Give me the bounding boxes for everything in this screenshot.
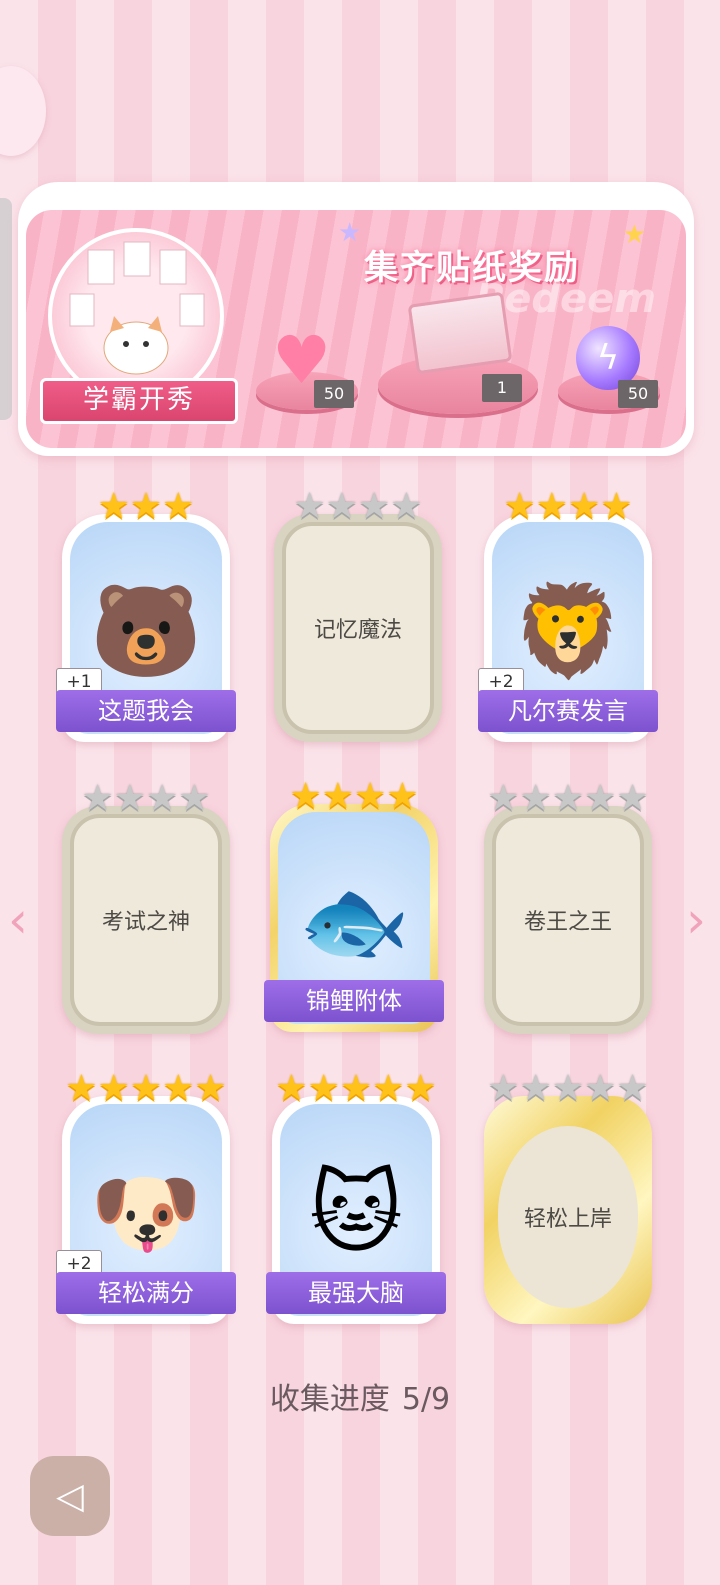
star-icon: ★: [372, 1068, 405, 1109]
cat-with-papers-icon: 🐱: [309, 1161, 403, 1267]
sticker-card-7[interactable]: 🐶 ★ ★ ★ ★ ★ +2 轻松满分: [56, 1068, 236, 1324]
star-icon: ★: [275, 1068, 308, 1109]
bear-koi-fish-icon: 🐟: [297, 869, 411, 975]
star-rating: ★ ★ ★ ★: [62, 778, 230, 820]
back-arrow-icon: ◁: [56, 1475, 84, 1517]
star-rating: ★ ★ ★ ★ ★: [62, 1068, 230, 1110]
card-art-locked: 轻松上岸: [498, 1126, 638, 1308]
star-icon: ★: [321, 776, 354, 817]
star-rating: ★ ★ ★ ★ ★: [484, 1068, 652, 1110]
star-icon: ★: [325, 486, 358, 527]
card-art-locked: 记忆魔法: [282, 522, 434, 734]
card-label: 卷王之王: [523, 910, 612, 935]
star-icon: ★: [354, 776, 387, 817]
collection-progress: 收集进度 5/9: [0, 1374, 720, 1418]
sticker-card-6[interactable]: 卷王之王 ★ ★ ★ ★ ★: [484, 778, 652, 1034]
star-icon: ★: [390, 486, 423, 527]
star-rating: ★ ★ ★ ★: [270, 776, 438, 818]
sticker-card-2[interactable]: 记忆魔法 ★ ★ ★ ★: [274, 486, 442, 742]
star-icon: ★: [358, 486, 391, 527]
star-icon: ★: [600, 486, 633, 527]
menu-fan-button[interactable]: [0, 66, 46, 156]
sticker-card-5[interactable]: 🐟 ★ ★ ★ ★ 锦鲤附体: [264, 776, 444, 1032]
reward-count: 1: [482, 374, 522, 402]
card-art-locked: 考试之神: [70, 814, 222, 1026]
star-icon: ★: [162, 1068, 195, 1109]
star-icon: ★: [503, 486, 536, 527]
star-icon: ★: [113, 778, 146, 819]
sticker-card-1[interactable]: 🐻 ★ ★ ★ +1 这题我会: [56, 486, 236, 742]
reward-count: 50: [314, 380, 354, 408]
card-label: 最强大脑: [266, 1272, 446, 1314]
lion-microphone-icon: 🦁: [511, 579, 625, 685]
star-icon: ★: [146, 778, 179, 819]
star-icon: ★: [307, 1068, 340, 1109]
star-rating: ★ ★ ★ ★: [484, 486, 652, 528]
card-label: 轻松满分: [56, 1272, 236, 1314]
star-icon: ★: [584, 1068, 617, 1109]
star-icon: ★: [551, 1068, 585, 1109]
star-rating: ★ ★ ★ ★: [274, 486, 442, 528]
star-icon: ★: [404, 1068, 437, 1109]
star-icon: ★: [97, 1068, 130, 1109]
next-page-arrow-icon[interactable]: ›: [686, 890, 706, 950]
card-label: 凡尔赛发言: [478, 690, 658, 732]
star-icon: ★: [616, 1068, 649, 1109]
star-deco-icon: ★: [622, 220, 646, 250]
star-icon: ★: [551, 778, 585, 819]
sticker-card-3[interactable]: 🦁 ★ ★ ★ ★ +2 凡尔赛发言: [478, 486, 658, 742]
sticker-card-8[interactable]: 🐱 ★ ★ ★ ★ ★ 最强大脑: [266, 1068, 446, 1324]
star-icon: ★: [339, 1068, 373, 1109]
hero-title-ribbon: 学霸开秀: [40, 378, 238, 424]
star-icon: ★: [487, 1068, 520, 1109]
star-icon: ★: [162, 486, 195, 527]
card-label: 这题我会: [56, 690, 236, 732]
star-icon: ★: [65, 1068, 98, 1109]
star-icon: ★: [487, 778, 520, 819]
card-label: 考试之神: [101, 910, 190, 935]
back-button[interactable]: ◁: [30, 1456, 110, 1536]
star-icon: ★: [289, 776, 322, 817]
progress-value: 5/9: [401, 1382, 451, 1417]
star-icon: ★: [535, 486, 568, 527]
reward-count: 50: [618, 380, 658, 408]
card-art-locked: 卷王之王: [492, 814, 644, 1026]
prev-page-arrow-icon[interactable]: ‹: [8, 890, 28, 950]
sticker-card-4[interactable]: 考试之神 ★ ★ ★ ★: [62, 778, 230, 1034]
star-icon: ★: [81, 778, 114, 819]
card-label: 记忆魔法: [313, 618, 402, 643]
star-rating: ★ ★ ★ ★ ★: [272, 1068, 440, 1110]
star-rating: ★ ★ ★ ★ ★: [484, 778, 652, 820]
star-icon: ★: [584, 778, 617, 819]
star-icon: ★: [129, 1068, 163, 1109]
star-icon: ★: [293, 486, 326, 527]
star-icon: ★: [519, 1068, 552, 1109]
star-icon: ★: [519, 778, 552, 819]
progress-label: 收集进度: [269, 1382, 390, 1417]
sticker-card-9[interactable]: 轻松上岸 ★ ★ ★ ★ ★: [484, 1068, 652, 1324]
star-icon: ★: [616, 778, 649, 819]
star-icon: ★: [386, 776, 419, 817]
star-icon: ★: [97, 486, 130, 527]
star-rating: ★ ★ ★: [62, 486, 230, 528]
card-label: 轻松上岸: [523, 1207, 612, 1232]
star-icon: ★: [194, 1068, 227, 1109]
card-label: 锦鲤附体: [264, 980, 444, 1022]
gift-box-icon[interactable]: [407, 291, 513, 375]
star-icon: ★: [178, 778, 211, 819]
star-icon: ★: [129, 486, 163, 527]
side-drawer-handle[interactable]: [0, 198, 12, 420]
star-icon: ★: [568, 486, 601, 527]
puppy-full-score-icon: 🐶: [89, 1161, 203, 1267]
bear-at-desk-icon: 🐻: [89, 579, 203, 685]
